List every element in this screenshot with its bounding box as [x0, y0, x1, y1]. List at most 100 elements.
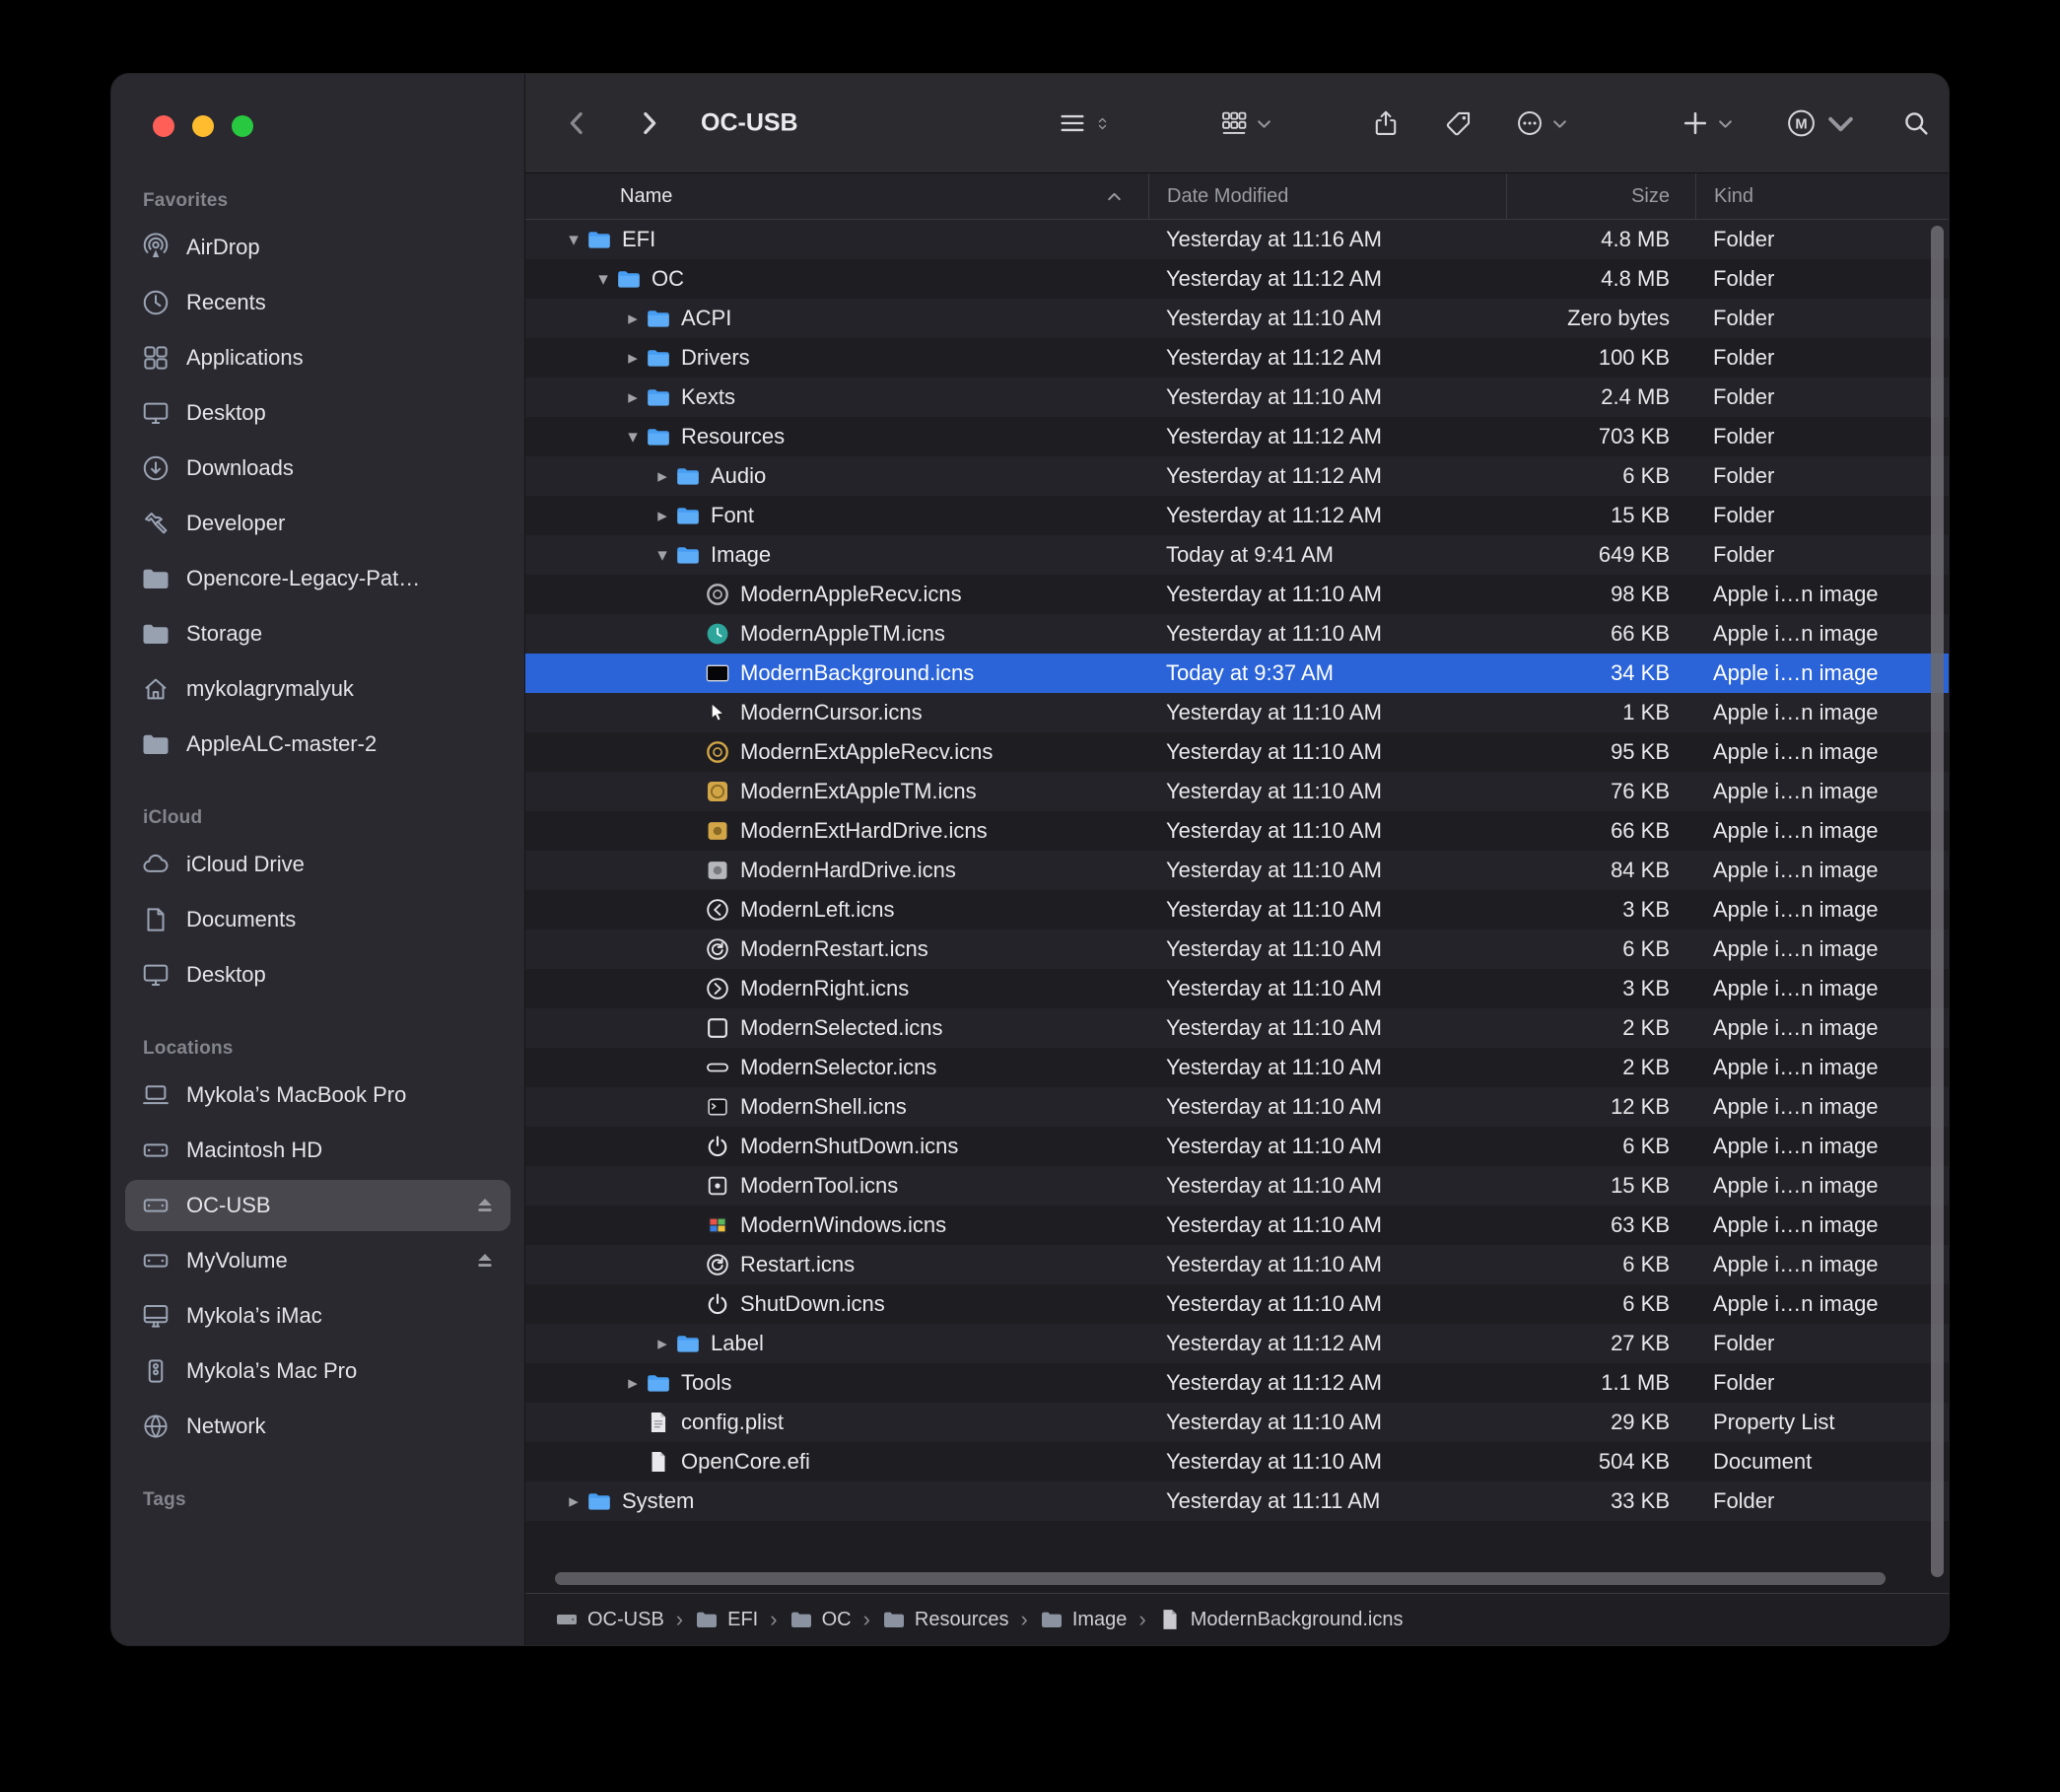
file-row-tools[interactable]: ▸ToolsYesterday at 11:12 AM1.1 MBFolder [525, 1363, 1949, 1403]
disclosure-triangle[interactable]: ▾ [561, 231, 586, 249]
sidebar-item-oc-usb[interactable]: OC-USB [125, 1180, 511, 1231]
file-row-oc[interactable]: ▾OCYesterday at 11:12 AM4.8 MBFolder [525, 259, 1949, 299]
date-modified-cell: Yesterday at 11:10 AM [1148, 1087, 1506, 1127]
pathbar-item-efi[interactable]: EFI [695, 1608, 758, 1631]
file-row-config-plist[interactable]: config.plistYesterday at 11:10 AM29 KBPr… [525, 1403, 1949, 1442]
file-row-modernshell-icns[interactable]: ModernShell.icnsYesterday at 11:10 AM12 … [525, 1087, 1949, 1127]
pathbar-item-resources[interactable]: Resources [882, 1608, 1009, 1631]
pathbar-item-modernbackground-icns[interactable]: ModernBackground.icns [1158, 1608, 1404, 1631]
file-row-image[interactable]: ▾ImageToday at 9:41 AM649 KBFolder [525, 535, 1949, 575]
disclosure-triangle[interactable]: ▾ [620, 428, 646, 447]
file-row-moderntool-icns[interactable]: ModernTool.icnsYesterday at 11:10 AM15 K… [525, 1166, 1949, 1206]
tag-button[interactable] [1444, 108, 1474, 138]
horizontal-scrollbar[interactable] [555, 1572, 1886, 1585]
file-row-font[interactable]: ▸FontYesterday at 11:12 AM15 KBFolder [525, 496, 1949, 535]
file-row-resources[interactable]: ▾ResourcesYesterday at 11:12 AM703 KBFol… [525, 417, 1949, 456]
forward-button[interactable] [634, 108, 663, 138]
view-options-button[interactable] [1058, 108, 1111, 138]
disclosure-triangle[interactable]: ▸ [561, 1492, 586, 1511]
column-header-size[interactable]: Size [1506, 173, 1695, 219]
file-name: ShutDown.icns [740, 1291, 885, 1317]
file-row-modernwindows-icns[interactable]: ModernWindows.icnsYesterday at 11:10 AM6… [525, 1206, 1949, 1245]
file-row-modernrestart-icns[interactable]: ModernRestart.icnsYesterday at 11:10 AM6… [525, 930, 1949, 969]
eject-button[interactable] [473, 1194, 497, 1217]
file-row-drivers[interactable]: ▸DriversYesterday at 11:12 AM100 KBFolde… [525, 338, 1949, 378]
date-modified-cell: Today at 9:41 AM [1148, 535, 1506, 575]
account-button[interactable]: M [1785, 107, 1857, 140]
sidebar-item-icloud-drive[interactable]: iCloud Drive [125, 839, 511, 890]
file-row-modernshutdown-icns[interactable]: ModernShutDown.icnsYesterday at 11:10 AM… [525, 1127, 1949, 1166]
file-row-modernextapplerecv-icns[interactable]: ModernExtAppleRecv.icnsYesterday at 11:1… [525, 732, 1949, 772]
sidebar-item-storage[interactable]: Storage [125, 608, 511, 659]
sidebar-item-macintosh-hd[interactable]: Macintosh HD [125, 1125, 511, 1176]
disk-icon [141, 1246, 171, 1275]
column-header-kind[interactable]: Kind [1695, 173, 1949, 219]
eject-button[interactable] [473, 1249, 497, 1273]
file-row-modernharddrive-icns[interactable]: ModernHardDrive.icnsYesterday at 11:10 A… [525, 851, 1949, 890]
sidebar-item-recents[interactable]: Recents [125, 277, 511, 328]
file-row-modernselected-icns[interactable]: ModernSelected.icnsYesterday at 11:10 AM… [525, 1008, 1949, 1048]
group-button[interactable] [1219, 108, 1272, 138]
date-modified-cell: Yesterday at 11:12 AM [1148, 496, 1506, 535]
sidebar-item-airdrop[interactable]: AirDrop [125, 222, 511, 273]
sidebar-item-mykola-s-mac-pro[interactable]: Mykola’s Mac Pro [125, 1345, 511, 1397]
pathbar-item-oc[interactable]: OC [790, 1608, 852, 1631]
file-row-moderncursor-icns[interactable]: ModernCursor.icnsYesterday at 11:10 AM1 … [525, 693, 1949, 732]
disclosure-triangle[interactable]: ▸ [650, 507, 675, 525]
sidebar-item-mykola-s-macbook-pro[interactable]: Mykola’s MacBook Pro [125, 1069, 511, 1121]
close-button[interactable] [153, 115, 174, 137]
sidebar-item-network[interactable]: Network [125, 1401, 511, 1452]
file-row-system[interactable]: ▸SystemYesterday at 11:11 AM33 KBFolder [525, 1482, 1949, 1521]
minimize-button[interactable] [192, 115, 214, 137]
more-actions-button[interactable] [1515, 108, 1568, 138]
sidebar-item-mykola-s-imac[interactable]: Mykola’s iMac [125, 1290, 511, 1342]
sidebar-item-downloads[interactable]: Downloads [125, 443, 511, 494]
pathbar-item-image[interactable]: Image [1040, 1608, 1128, 1631]
column-header-name[interactable]: Name [525, 173, 1148, 219]
disclosure-triangle[interactable]: ▸ [650, 1335, 675, 1353]
file-row-modernapplerecv-icns[interactable]: ModernAppleRecv.icnsYesterday at 11:10 A… [525, 575, 1949, 614]
name-cell: ModernRestart.icns [525, 930, 1148, 969]
disclosure-triangle[interactable]: ▸ [620, 349, 646, 368]
sidebar-item-desktop[interactable]: Desktop [125, 387, 511, 439]
file-row-opencore-efi[interactable]: OpenCore.efiYesterday at 11:10 AM504 KBD… [525, 1442, 1949, 1482]
sidebar-item-developer[interactable]: Developer [125, 498, 511, 549]
file-row-audio[interactable]: ▸AudioYesterday at 11:12 AM6 KBFolder [525, 456, 1949, 496]
back-button[interactable] [563, 108, 592, 138]
file-row-kexts[interactable]: ▸KextsYesterday at 11:10 AM2.4 MBFolder [525, 378, 1949, 417]
sidebar-item-label: Network [186, 1413, 266, 1439]
sidebar-item-applications[interactable]: Applications [125, 332, 511, 383]
new-item-button[interactable] [1681, 108, 1734, 138]
column-header-date-modified[interactable]: Date Modified [1148, 173, 1506, 219]
file-row-restart-icns[interactable]: Restart.icnsYesterday at 11:10 AM6 KBApp… [525, 1245, 1949, 1284]
file-row-modernright-icns[interactable]: ModernRight.icnsYesterday at 11:10 AM3 K… [525, 969, 1949, 1008]
pathbar-item-oc-usb[interactable]: OC-USB [555, 1608, 664, 1631]
disclosure-triangle[interactable]: ▾ [590, 270, 616, 289]
disclosure-triangle[interactable]: ▸ [620, 310, 646, 328]
zoom-button[interactable] [232, 115, 253, 137]
vertical-scrollbar[interactable] [1931, 226, 1944, 1577]
disclosure-triangle[interactable]: ▸ [650, 467, 675, 486]
sidebar-item-desktop[interactable]: Desktop [125, 949, 511, 1000]
file-row-modernbackground-icns[interactable]: ModernBackground.icnsToday at 9:37 AM34 … [525, 654, 1949, 693]
power-icon [705, 1291, 730, 1317]
file-row-modernextharddrive-icns[interactable]: ModernExtHardDrive.icnsYesterday at 11:1… [525, 811, 1949, 851]
file-row-acpi[interactable]: ▸ACPIYesterday at 11:10 AMZero bytesFold… [525, 299, 1949, 338]
file-row-modernselector-icns[interactable]: ModernSelector.icnsYesterday at 11:10 AM… [525, 1048, 1949, 1087]
sidebar-item-applealc-master-2[interactable]: AppleALC-master-2 [125, 719, 511, 770]
file-row-modernleft-icns[interactable]: ModernLeft.icnsYesterday at 11:10 AM3 KB… [525, 890, 1949, 930]
file-row-shutdown-icns[interactable]: ShutDown.icnsYesterday at 11:10 AM6 KBAp… [525, 1284, 1949, 1324]
disclosure-triangle[interactable]: ▸ [620, 388, 646, 407]
sidebar-item-mykolagrymalyuk[interactable]: mykolagrymalyuk [125, 663, 511, 715]
file-row-efi[interactable]: ▾EFIYesterday at 11:16 AM4.8 MBFolder [525, 220, 1949, 259]
file-row-modernappletm-icns[interactable]: ModernAppleTM.icnsYesterday at 11:10 AM6… [525, 614, 1949, 654]
share-button[interactable] [1371, 108, 1401, 138]
disclosure-triangle[interactable]: ▾ [650, 546, 675, 565]
disclosure-triangle[interactable]: ▸ [620, 1374, 646, 1393]
file-row-label[interactable]: ▸LabelYesterday at 11:12 AM27 KBFolder [525, 1324, 1949, 1363]
sidebar-item-myvolume[interactable]: MyVolume [125, 1235, 511, 1286]
file-row-modernextappletm-icns[interactable]: ModernExtAppleTM.icnsYesterday at 11:10 … [525, 772, 1949, 811]
sidebar-item-opencore-legacy-pat[interactable]: Opencore-Legacy-Pat… [125, 553, 511, 604]
search-button[interactable] [1901, 108, 1931, 138]
sidebar-item-documents[interactable]: Documents [125, 894, 511, 945]
